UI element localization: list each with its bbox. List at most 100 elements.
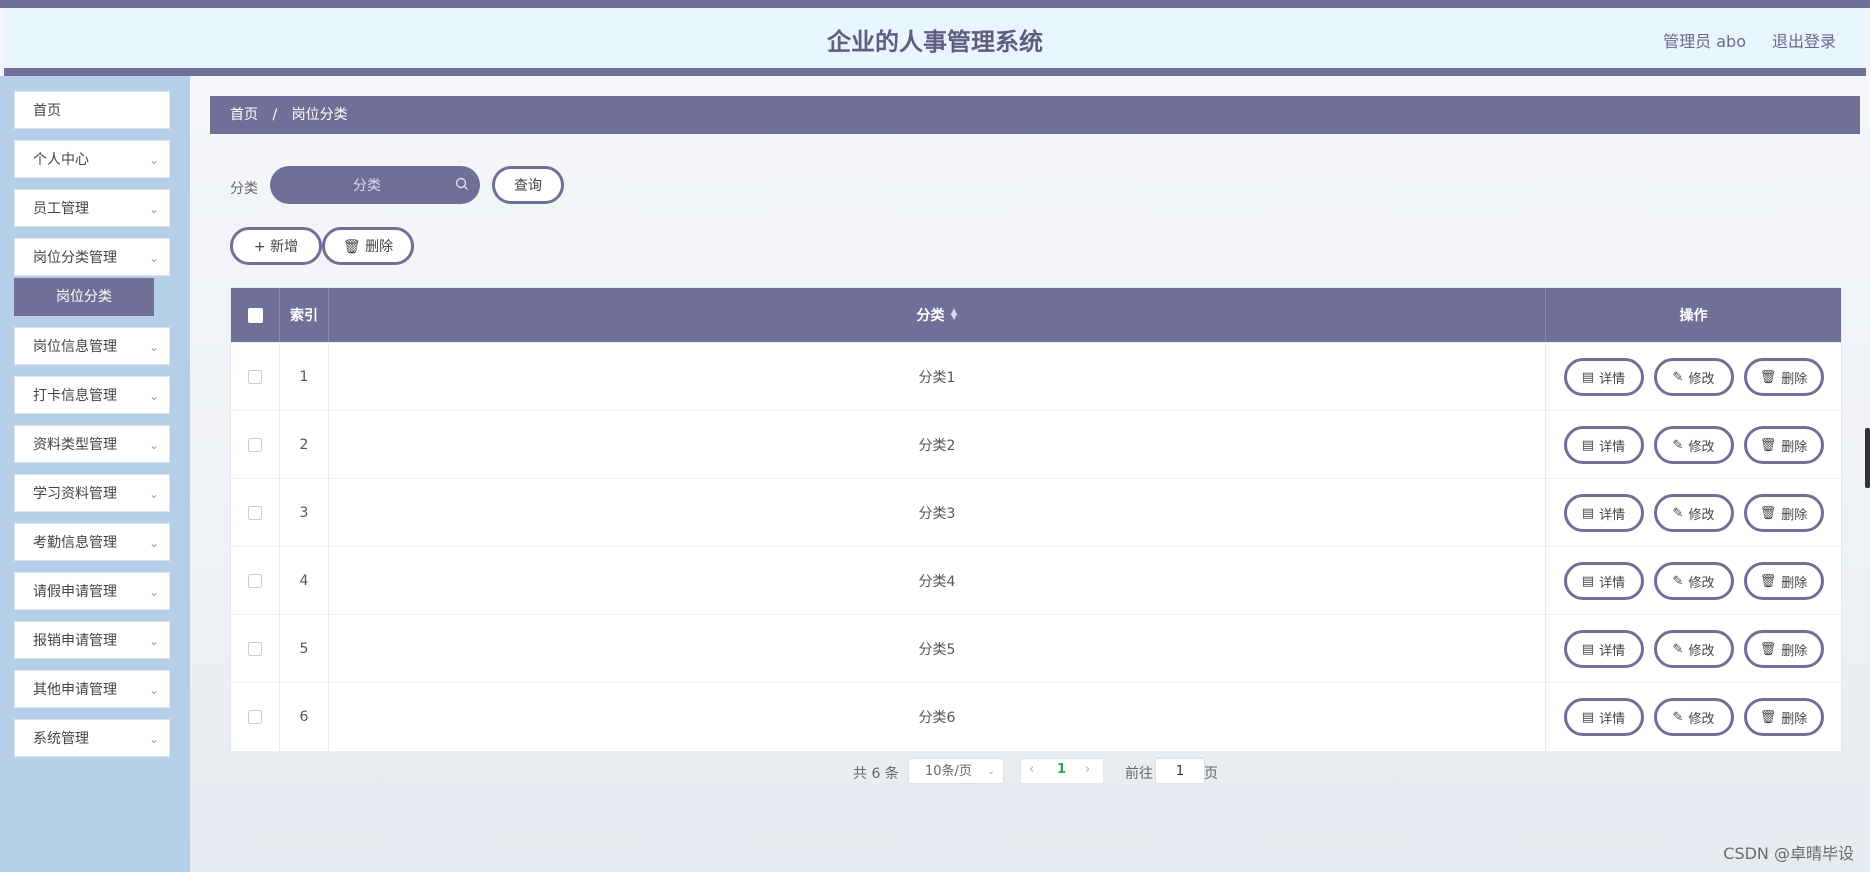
detail-button[interactable]: ▤ 详情 — [1563, 426, 1644, 464]
sidebar-item-attendance[interactable]: 考勤信息管理 ⌄ — [14, 523, 170, 561]
detail-button[interactable]: ▤ 详情 — [1563, 698, 1644, 736]
breadcrumb: 首页 / 岗位分类 — [210, 96, 1860, 134]
detail-button[interactable]: ▤ 详情 — [1563, 562, 1644, 600]
row-actions: ▤ 详情 ✎ 修改 🗑 删除 — [1546, 479, 1841, 547]
delete-button-label: 删除 — [365, 239, 394, 255]
row-checkbox[interactable] — [248, 438, 262, 452]
row-delete-button[interactable]: 🗑 删除 — [1743, 494, 1824, 532]
row-delete-button[interactable]: 🗑 删除 — [1743, 562, 1824, 600]
delete-button[interactable]: 🗑 删除 — [322, 227, 414, 265]
table-row: 4 分类4 ▤ 详情 ✎ 修改 🗑 删除 — [231, 546, 1841, 615]
chevron-down-icon: ⌄ — [986, 766, 995, 777]
row-actions: ▤ 详情 ✎ 修改 🗑 删除 — [1546, 343, 1841, 411]
row-delete-button[interactable]: 🗑 删除 — [1743, 358, 1824, 396]
sidebar-item-employees[interactable]: 员工管理 ⌄ — [14, 189, 170, 227]
sidebar-item-home[interactable]: 首页 — [14, 91, 170, 129]
breadcrumb-home[interactable]: 首页 — [230, 107, 258, 123]
detail-button-label: 详情 — [1599, 711, 1626, 727]
edit-button-label: 修改 — [1688, 711, 1715, 727]
row-category: 分类4 — [329, 547, 1546, 615]
table-row: 3 分类3 ▤ 详情 ✎ 修改 🗑 删除 — [231, 478, 1841, 547]
row-checkbox[interactable] — [248, 574, 262, 588]
document-icon: ▤ — [1581, 573, 1595, 589]
sidebar-item-leave[interactable]: 请假申请管理 ⌄ — [14, 572, 170, 610]
query-button[interactable]: 查询 — [492, 166, 564, 204]
trash-icon: 🗑 — [342, 239, 361, 255]
select-all-checkbox[interactable] — [247, 307, 263, 323]
sidebar-item-other-requests[interactable]: 其他申请管理 ⌄ — [14, 670, 170, 708]
sidebar-item-profile[interactable]: 个人中心 ⌄ — [14, 140, 170, 178]
row-actions: ▤ 详情 ✎ 修改 🗑 删除 — [1546, 411, 1841, 479]
goto-page-input[interactable] — [1155, 758, 1205, 784]
edit-button-label: 修改 — [1688, 507, 1715, 523]
sidebar-item-label: 其他申请管理 — [33, 682, 117, 698]
chevron-down-icon: ⌄ — [148, 202, 159, 216]
logout-link[interactable]: 退出登录 — [1772, 28, 1836, 52]
sidebar-item-system[interactable]: 系统管理 ⌄ — [14, 719, 170, 757]
sidebar-subitem-position-category[interactable]: 岗位分类 — [14, 278, 154, 316]
sidebar-item-label: 个人中心 — [33, 152, 89, 168]
chevron-down-icon: ⌄ — [148, 536, 159, 550]
edit-button[interactable]: ✎ 修改 — [1653, 426, 1734, 464]
row-delete-button[interactable]: 🗑 删除 — [1743, 698, 1824, 736]
detail-button-label: 详情 — [1599, 575, 1626, 591]
row-delete-button-label: 删除 — [1781, 439, 1808, 455]
sidebar-item-material-type[interactable]: 资料类型管理 ⌄ — [14, 425, 170, 463]
sidebar-item-label: 打卡信息管理 — [33, 388, 117, 404]
page-size-select[interactable]: 10条/页 ⌄ — [908, 758, 1004, 784]
edit-button[interactable]: ✎ 修改 — [1653, 698, 1734, 736]
sidebar-item-position-info[interactable]: 岗位信息管理 ⌄ — [14, 327, 170, 365]
row-checkbox[interactable] — [248, 370, 262, 384]
sidebar-item-study-material[interactable]: 学习资料管理 ⌄ — [14, 474, 170, 512]
header-category[interactable]: 分类 ▲ ▼ — [329, 288, 1546, 342]
sidebar-item-reimbursement[interactable]: 报销申请管理 ⌄ — [14, 621, 170, 659]
detail-button[interactable]: ▤ 详情 — [1563, 358, 1644, 396]
row-actions: ▤ 详情 ✎ 修改 🗑 删除 — [1546, 683, 1841, 751]
row-checkbox[interactable] — [248, 710, 262, 724]
main-content: 首页 / 岗位分类 分类 查询 + 新增 🗑 删除 索引 分类 ▲▼ 操作 1 分… — [190, 76, 1870, 872]
row-category: 分类6 — [329, 683, 1546, 751]
edit-button-label: 修改 — [1688, 371, 1715, 387]
pencil-icon: ✎ — [1672, 573, 1684, 589]
row-checkbox[interactable] — [248, 506, 262, 520]
sidebar-item-clockin[interactable]: 打卡信息管理 ⌄ — [14, 376, 170, 414]
row-actions: ▤ 详情 ✎ 修改 🗑 删除 — [1546, 547, 1841, 615]
chevron-down-icon: ⌄ — [148, 585, 159, 599]
document-icon: ▤ — [1581, 369, 1595, 385]
row-delete-button-label: 删除 — [1781, 507, 1808, 523]
row-delete-button-label: 删除 — [1781, 711, 1808, 727]
sidebar-item-label: 请假申请管理 — [33, 584, 117, 600]
sidebar-item-label: 报销申请管理 — [33, 633, 117, 649]
edit-button[interactable]: ✎ 修改 — [1653, 630, 1734, 668]
detail-button[interactable]: ▤ 详情 — [1563, 494, 1644, 532]
page-number-current[interactable]: 1 — [1057, 762, 1066, 777]
edit-button[interactable]: ✎ 修改 — [1653, 358, 1734, 396]
sidebar-item-label: 系统管理 — [33, 731, 89, 747]
pencil-icon: ✎ — [1672, 641, 1684, 657]
plus-icon: + — [253, 239, 266, 255]
next-page-icon[interactable]: › — [1085, 762, 1090, 777]
add-button[interactable]: + 新增 — [230, 227, 322, 265]
user-name: 管理员 abo — [1663, 32, 1746, 51]
app-header: 企业的人事管理系统 管理员 abo 退出登录 — [4, 8, 1866, 76]
header-index: 索引 — [280, 288, 329, 342]
row-checkbox[interactable] — [248, 642, 262, 656]
row-delete-button[interactable]: 🗑 删除 — [1743, 630, 1824, 668]
chevron-down-icon: ⌄ — [148, 153, 159, 167]
detail-button[interactable]: ▤ 详情 — [1563, 630, 1644, 668]
add-button-label: 新增 — [270, 239, 299, 255]
document-icon: ▤ — [1581, 437, 1595, 453]
scrollbar-handle[interactable] — [1865, 428, 1870, 488]
app-title: 企业的人事管理系统 — [827, 28, 1043, 56]
sort-icon[interactable]: ▲ ▼ — [951, 308, 958, 322]
sidebar-item-label: 员工管理 — [33, 201, 89, 217]
search-input[interactable] — [290, 166, 444, 206]
edit-button[interactable]: ✎ 修改 — [1653, 494, 1734, 532]
sidebar-item-position-category[interactable]: 岗位分类管理 ⌄ — [14, 238, 170, 276]
prev-page-icon[interactable]: ‹ — [1029, 762, 1034, 777]
edit-button[interactable]: ✎ 修改 — [1653, 562, 1734, 600]
pencil-icon: ✎ — [1672, 437, 1684, 453]
goto-suffix: 页 — [1204, 766, 1218, 782]
row-delete-button[interactable]: 🗑 删除 — [1743, 426, 1824, 464]
watermark: CSDN @卓晴毕设 — [1723, 844, 1854, 863]
